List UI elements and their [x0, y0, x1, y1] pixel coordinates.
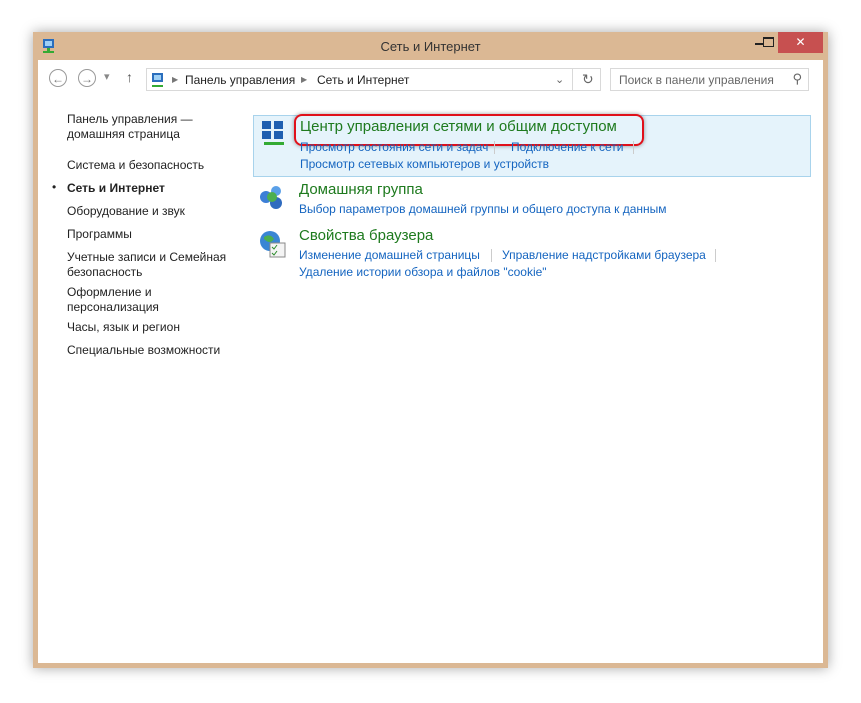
sidebar-item-programs[interactable]: Программы [67, 227, 237, 242]
breadcrumb-control-panel[interactable]: Панель управления [185, 73, 295, 87]
up-button[interactable]: ↑ [126, 69, 133, 85]
sidebar-item-clock[interactable]: Часы, язык и регион [67, 320, 237, 335]
active-bullet: • [52, 180, 57, 194]
address-bar[interactable]: ▶ Панель управления ▶ Сеть и Интернет ⌄ … [146, 68, 601, 91]
search-placeholder: Поиск в панели управления [619, 73, 774, 87]
homegroup-icon [260, 186, 282, 209]
link-network-status[interactable]: Просмотр состояния сети и задач [300, 140, 488, 154]
window: Сеть и Интернет ✕ ← → ▾ ↑ ▶ Панель управ… [33, 32, 828, 668]
sidebar-item-accessibility[interactable]: Специальные возможности [67, 343, 237, 358]
sidebar-item-security[interactable]: Система и безопасность [67, 158, 237, 173]
search-icon[interactable]: ⚲ [792, 71, 802, 87]
link-homegroup-settings[interactable]: Выбор параметров домашней группы и общег… [299, 202, 667, 216]
search-input[interactable]: Поиск в панели управления ⚲ [610, 68, 809, 91]
category-title[interactable]: Центр управления сетями и общим доступом [300, 118, 617, 135]
category-title[interactable]: Свойства браузера [299, 227, 433, 244]
category-homegroup: Домашняя группа Выбор параметров домашне… [253, 179, 811, 223]
network-icon [152, 73, 163, 87]
window-title: Сеть и Интернет [380, 39, 481, 54]
sidebar-item-appearance[interactable]: Оформление и персонализация [67, 285, 167, 315]
recent-dropdown[interactable]: ▾ [104, 70, 110, 83]
sidebar-item-hardware[interactable]: Оборудование и звук [67, 204, 237, 219]
link-network-computers[interactable]: Просмотр сетевых компьютеров и устройств [300, 157, 549, 171]
forward-button[interactable]: → [78, 69, 96, 87]
link-connect-network[interactable]: Подключение к сети [511, 140, 623, 154]
sidebar-item-accounts[interactable]: Учетные записи и Семейная безопасность [67, 250, 227, 280]
chevron-right-icon: ▶ [301, 75, 308, 84]
chevron-right-icon: ▶ [172, 75, 179, 84]
link-delete-history[interactable]: Удаление истории обзора и файлов "cookie… [299, 265, 547, 279]
browser-properties-icon [260, 231, 286, 258]
refresh-button[interactable]: ↻ [582, 71, 594, 88]
title-bar[interactable]: Сеть и Интернет ✕ [33, 32, 828, 60]
navigation-bar: ← → ▾ ↑ ▶ Панель управления ▶ Сеть и Инт… [38, 60, 823, 98]
client-area: ← → ▾ ↑ ▶ Панель управления ▶ Сеть и Инт… [38, 60, 823, 663]
category-network-center: Центр управления сетями и общим доступом… [253, 114, 811, 177]
link-homepage[interactable]: Изменение домашней страницы [299, 248, 480, 262]
breadcrumb-network[interactable]: Сеть и Интернет [317, 73, 409, 87]
chevron-down-icon[interactable]: ⌄ [555, 73, 564, 86]
sidebar-home-link[interactable]: Панель управления — домашняя страница [67, 112, 237, 142]
category-title[interactable]: Домашняя группа [299, 181, 423, 198]
back-button[interactable]: ← [49, 69, 67, 87]
network-center-icon [262, 121, 284, 145]
close-button[interactable]: ✕ [778, 32, 823, 53]
category-browser: Свойства браузера Изменение домашней стр… [253, 225, 811, 285]
link-addons[interactable]: Управление надстройками браузера [502, 248, 706, 262]
sidebar-item-network[interactable]: Сеть и Интернет [67, 181, 237, 196]
